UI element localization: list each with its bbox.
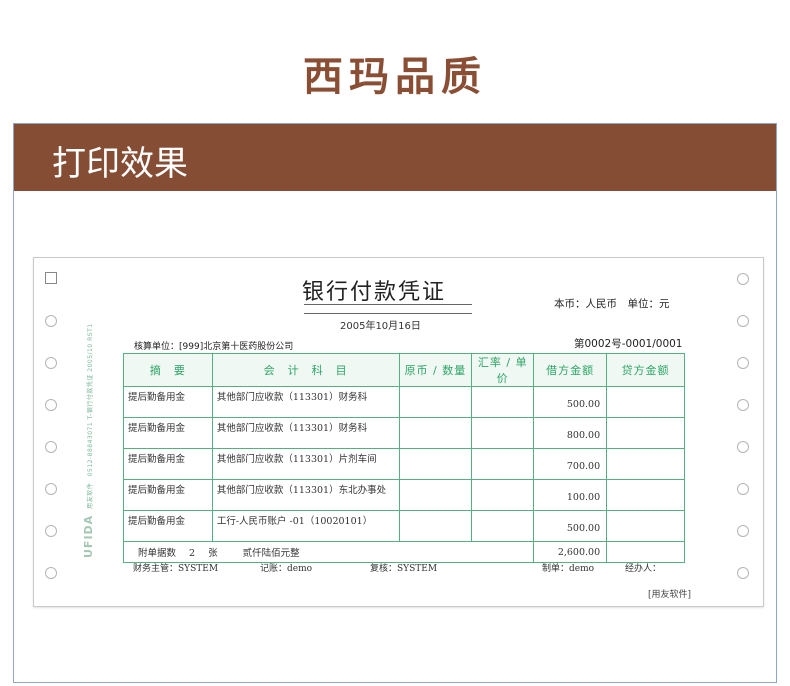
left-perforation-strip: UFIDA 用友软件 0512-88843071 T-银行付款凭证 2005/10… (34, 258, 104, 606)
original-cell (398, 479, 473, 511)
sig-bookkeeper: 记账：demo (260, 564, 313, 574)
credit-cell (606, 510, 685, 542)
credit-cell (606, 479, 685, 511)
punch-hole-icon (737, 315, 749, 327)
header-credit: 贷方金额 (606, 353, 685, 387)
header-summary: 摘 要 (123, 353, 213, 387)
credit-cell (606, 417, 685, 449)
rate-cell (471, 448, 535, 480)
account-cell: 其他部门应收款（113301）财务科 (211, 386, 400, 418)
punch-hole-icon (45, 357, 57, 369)
account-cell: 其他部门应收款（113301）财务科 (211, 417, 400, 449)
punch-hole-icon (45, 483, 57, 495)
summary-cell: 提后勤备用金 (123, 448, 213, 480)
ufida-logo: UFIDA (82, 514, 95, 558)
table-row: 提后勤备用金 其他部门应收款（113301）财务科 500.00 (123, 386, 685, 418)
rate-cell (471, 386, 535, 418)
summary-cell: 提后勤备用金 (123, 417, 213, 449)
attachment-unit: 张 (208, 548, 218, 559)
punch-hole-icon (737, 525, 749, 537)
original-cell (398, 448, 473, 480)
voucher-title: 银行付款凭证 (302, 280, 447, 305)
software-label: [用友软件] (648, 590, 692, 600)
punch-hole-icon (737, 399, 749, 411)
debit-cell: 800.00 (533, 417, 608, 449)
table-row: 提后勤备用金 工行-人民币账户 -01（10020101） 500.00 (123, 510, 685, 542)
punch-hole-icon (737, 483, 749, 495)
account-cell: 其他部门应收款（113301）片剂车间 (211, 448, 400, 480)
sig-handler: 经办人： (625, 564, 662, 574)
rate-cell (471, 417, 535, 449)
table-row: 提后勤备用金 其他部门应收款（113301）财务科 800.00 (123, 417, 685, 449)
strip-imprint-text: 用友软件 0512-88843071 T-银行付款凭证 2005/10 RST1 (87, 323, 94, 509)
debit-cell: 700.00 (533, 448, 608, 480)
header-original-qty: 原币 / 数量 (398, 353, 473, 387)
debit-total: 2,600.00 (533, 541, 608, 563)
total-words-cell: 附单据数 2 张 贰仟陆佰元整 (122, 541, 535, 563)
punch-hole-icon (45, 315, 57, 327)
punch-hole-icon (45, 525, 57, 537)
header-account: 会 计 科 目 (211, 353, 400, 387)
amount-in-words: 贰仟陆佰元整 (242, 548, 300, 559)
original-cell (398, 386, 473, 418)
attachment-count: 2 (189, 548, 196, 559)
bank-payment-voucher: UFIDA 用友软件 0512-88843071 T-银行付款凭证 2005/10… (33, 257, 764, 607)
credit-total (606, 541, 685, 563)
total-row: 附单据数 2 张 贰仟陆佰元整 2,600.00 (122, 541, 685, 563)
voucher-table: 摘 要 会 计 科 目 原币 / 数量 汇率 / 单价 借方金额 贷方金额 提后… (122, 353, 685, 563)
table-row: 提后勤备用金 其他部门应收款（113301）东北办事处 100.00 (123, 479, 685, 511)
credit-cell (606, 386, 685, 418)
voucher-number: 第0002号-0001/0001 (574, 338, 683, 350)
brand-title: 西玛品质 (303, 54, 487, 100)
summary-cell: 提后勤备用金 (123, 386, 213, 418)
sig-reviewer: 复核：SYSTEM (370, 564, 438, 574)
page: 西玛品质 打印效果 UFIDA 用友软件 0512-88843071 T-银行付款… (0, 0, 790, 686)
sig-preparer: 制单：demo (542, 564, 595, 574)
punch-hole-icon (737, 273, 749, 285)
summary-cell: 提后勤备用金 (123, 510, 213, 542)
punch-hole-icon (737, 357, 749, 369)
original-cell (398, 417, 473, 449)
attachment-label: 附单据数 (138, 548, 177, 559)
summary-cell: 提后勤备用金 (123, 479, 213, 511)
checkbox-icon (45, 272, 57, 284)
table-row: 提后勤备用金 其他部门应收款（113301）片剂车间 700.00 (123, 448, 685, 480)
credit-cell (606, 448, 685, 480)
banner: 打印效果 (14, 124, 776, 191)
table-header-row: 摘 要 会 计 科 目 原币 / 数量 汇率 / 单价 借方金额 贷方金额 (123, 353, 685, 387)
sig-supervisor: 财务主管：SYSTEM (133, 564, 219, 574)
punch-hole-icon (737, 441, 749, 453)
rate-cell (471, 510, 535, 542)
header-rate-price: 汇率 / 单价 (471, 353, 535, 387)
currency-unit: 本币：人民币 单位：元 (554, 298, 670, 310)
rate-cell (471, 479, 535, 511)
original-cell (398, 510, 473, 542)
strip-imprint: UFIDA 用友软件 0512-88843071 T-银行付款凭证 2005/10… (82, 323, 95, 558)
account-cell: 其他部门应收款（113301）东北办事处 (211, 479, 400, 511)
banner-title: 打印效果 (52, 144, 188, 184)
header-debit: 借方金额 (533, 353, 608, 387)
debit-cell: 500.00 (533, 510, 608, 542)
accounting-unit: 核算单位：[999]北京第十医药股份公司 (134, 342, 294, 352)
account-cell: 工行-人民币账户 -01（10020101） (211, 510, 400, 542)
punch-hole-icon (45, 567, 57, 579)
debit-cell: 500.00 (533, 386, 608, 418)
punch-hole-icon (737, 567, 749, 579)
debit-cell: 100.00 (533, 479, 608, 511)
title-double-underline (304, 304, 472, 314)
punch-hole-icon (45, 441, 57, 453)
punch-hole-icon (45, 399, 57, 411)
voucher-date: 2005年10月16日 (340, 321, 421, 332)
